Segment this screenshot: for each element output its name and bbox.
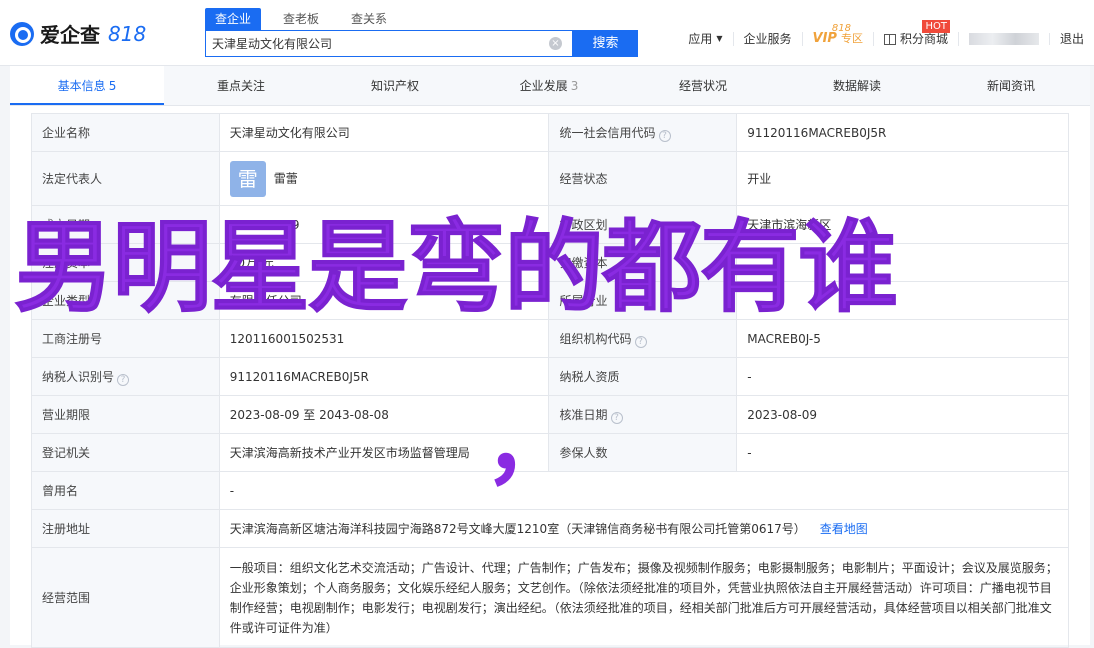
overlay-headline: 男明星是弯的都有谁 xyxy=(14,209,899,327)
label-credit-code: 统一社会信用代码? xyxy=(548,113,738,152)
label-scope: 经营范围 xyxy=(31,547,220,648)
nav-points-label: 积分商城 xyxy=(899,32,948,46)
tab-label: 新闻资讯 xyxy=(986,79,1035,93)
nav-app[interactable]: 应用 ▼ xyxy=(678,32,734,46)
vip-sup: 818 xyxy=(831,23,851,34)
search-tab-boss[interactable]: 查老板 xyxy=(273,8,329,30)
label-insured: 参保人数 xyxy=(548,433,738,472)
nav-app-label: 应用 xyxy=(688,32,713,46)
avatar: 雷 xyxy=(229,160,266,197)
tab-basic-info[interactable]: 基本信息 5 xyxy=(10,66,164,105)
taxpayer-id: 91120116MACREB0J5R xyxy=(218,357,550,396)
label-text: 统一社会信用代码 xyxy=(559,125,656,140)
tab-label: 知识产权 xyxy=(370,79,419,93)
label-address: 注册地址 xyxy=(31,509,220,548)
label-text: 纳税人识别号 xyxy=(42,369,115,384)
tab-label: 经营状况 xyxy=(678,79,727,93)
address: 天津滨海高新区塘沽海洋科技园宁海路872号文峰大厦1210室（天津锦信商务秘书有… xyxy=(229,522,806,536)
label-text: 组织机构代码 xyxy=(559,331,632,346)
approval-date: 2023-08-09 xyxy=(736,395,1069,434)
search-box: × xyxy=(205,30,573,57)
logo[interactable]: 爱企查 818 xyxy=(10,19,146,48)
gift-icon xyxy=(883,33,896,45)
tab-label: 企业发展 xyxy=(519,79,568,93)
label-former-name: 曾用名 xyxy=(31,471,220,510)
tab-development[interactable]: 企业发展 3 xyxy=(472,66,626,105)
tab-label: 重点关注 xyxy=(216,79,265,93)
label-reg-authority: 登记机关 xyxy=(31,433,220,472)
insured-count: - xyxy=(736,433,1069,472)
tab-count: 3 xyxy=(570,79,579,93)
caret-down-icon: ▼ xyxy=(716,34,723,43)
user-avatar xyxy=(968,33,1039,45)
help-icon[interactable]: ? xyxy=(117,373,130,386)
company-name: 天津星动文化有限公司 xyxy=(218,113,550,152)
detail-tabs: 基本信息 5 重点关注 知识产权 企业发展 3 经营状况 数据解读 新闻资讯 xyxy=(10,66,1090,106)
nav-vip[interactable]: 818 VIP 专区 xyxy=(803,23,874,46)
brand-number: 818 xyxy=(108,21,147,46)
logo-icon xyxy=(10,21,34,46)
tab-operation[interactable]: 经营状况 xyxy=(626,66,780,105)
legal-rep-name: 雷蕾 xyxy=(273,171,298,185)
label-business-term: 营业期限 xyxy=(31,395,220,434)
tab-data-analysis[interactable]: 数据解读 xyxy=(780,66,934,105)
label-approval-date: 核准日期? xyxy=(548,395,738,434)
table-row: 经营范围 一般项目：组织文化艺术交流活动；广告设计、代理；广告制作；广告发布；摄… xyxy=(31,547,1070,648)
brand-name: 爱企查 xyxy=(40,23,100,47)
nav-points[interactable]: HOT 积分商城 xyxy=(874,20,959,46)
basic-info-table: 企业名称 天津星动文化有限公司 统一社会信用代码? 91120116MACREB… xyxy=(31,113,1070,648)
label-taxpayer-id: 纳税人识别号? xyxy=(31,357,220,396)
tab-ip[interactable]: 知识产权 xyxy=(318,66,472,105)
label-company-name: 企业名称 xyxy=(31,113,220,152)
credit-code: 91120116MACREB0J5R xyxy=(736,113,1069,152)
taxpayer-qual: - xyxy=(736,357,1069,396)
label-status: 经营状态 xyxy=(548,151,738,206)
search-button[interactable]: 搜索 xyxy=(573,30,638,57)
tab-count: 5 xyxy=(108,79,117,93)
tab-key-focus[interactable]: 重点关注 xyxy=(164,66,318,105)
help-icon[interactable]: ? xyxy=(610,411,623,424)
hot-badge: HOT xyxy=(922,20,950,33)
search-input[interactable] xyxy=(206,31,526,56)
table-row: 注册地址 天津滨海高新区塘沽海洋科技园宁海路872号文峰大厦1210室（天津锦信… xyxy=(31,509,1070,548)
help-icon[interactable]: ? xyxy=(658,129,671,142)
address-cell: 天津滨海高新区塘沽海洋科技园宁海路872号文峰大厦1210室（天津锦信商务秘书有… xyxy=(218,509,1070,548)
view-map-link[interactable]: 查看地图 xyxy=(820,522,868,536)
legal-rep[interactable]: 雷雷蕾 xyxy=(218,151,550,206)
tab-news[interactable]: 新闻资讯 xyxy=(934,66,1088,105)
label-legal-rep: 法定代表人 xyxy=(31,151,220,206)
label-taxpayer-qual: 纳税人资质 xyxy=(548,357,738,396)
search-tab-relation[interactable]: 查关系 xyxy=(341,8,397,30)
top-bar: 爱企查 818 查企业 查老板 查关系 × 搜索 应用▼ 企业服务 818 VI… xyxy=(0,0,1094,66)
help-icon[interactable]: ? xyxy=(634,335,647,348)
table-row: 纳税人识别号? 91120116MACREB0J5R 纳税人资质 - xyxy=(31,357,1069,396)
nav-service[interactable]: 企业服务 xyxy=(734,32,803,46)
table-row: 企业名称 天津星动文化有限公司 统一社会信用代码? 91120116MACREB… xyxy=(31,113,1069,152)
clear-icon[interactable]: × xyxy=(549,37,562,50)
former-name: - xyxy=(218,471,1070,510)
nav-logout[interactable]: 退出 xyxy=(1050,32,1094,46)
status-value: 开业 xyxy=(736,151,1069,206)
search-tab-company[interactable]: 查企业 xyxy=(205,8,262,30)
tab-label: 基本信息 xyxy=(57,79,106,93)
search-tabs: 查企业 查老板 查关系 xyxy=(205,8,409,30)
nav-user[interactable] xyxy=(959,33,1050,45)
nav-right: 应用 ▼ 企业服务 818 VIP 专区 HOT 积分商城 退出 xyxy=(678,20,1094,46)
business-scope: 一般项目：组织文化艺术交流活动；广告设计、代理；广告制作；广告发布；摄像及视频制… xyxy=(218,547,1070,648)
table-row: 法定代表人 雷雷蕾 经营状态 开业 xyxy=(31,151,1069,206)
tab-label: 数据解读 xyxy=(832,79,881,93)
overlay-comma: ， xyxy=(484,392,574,497)
